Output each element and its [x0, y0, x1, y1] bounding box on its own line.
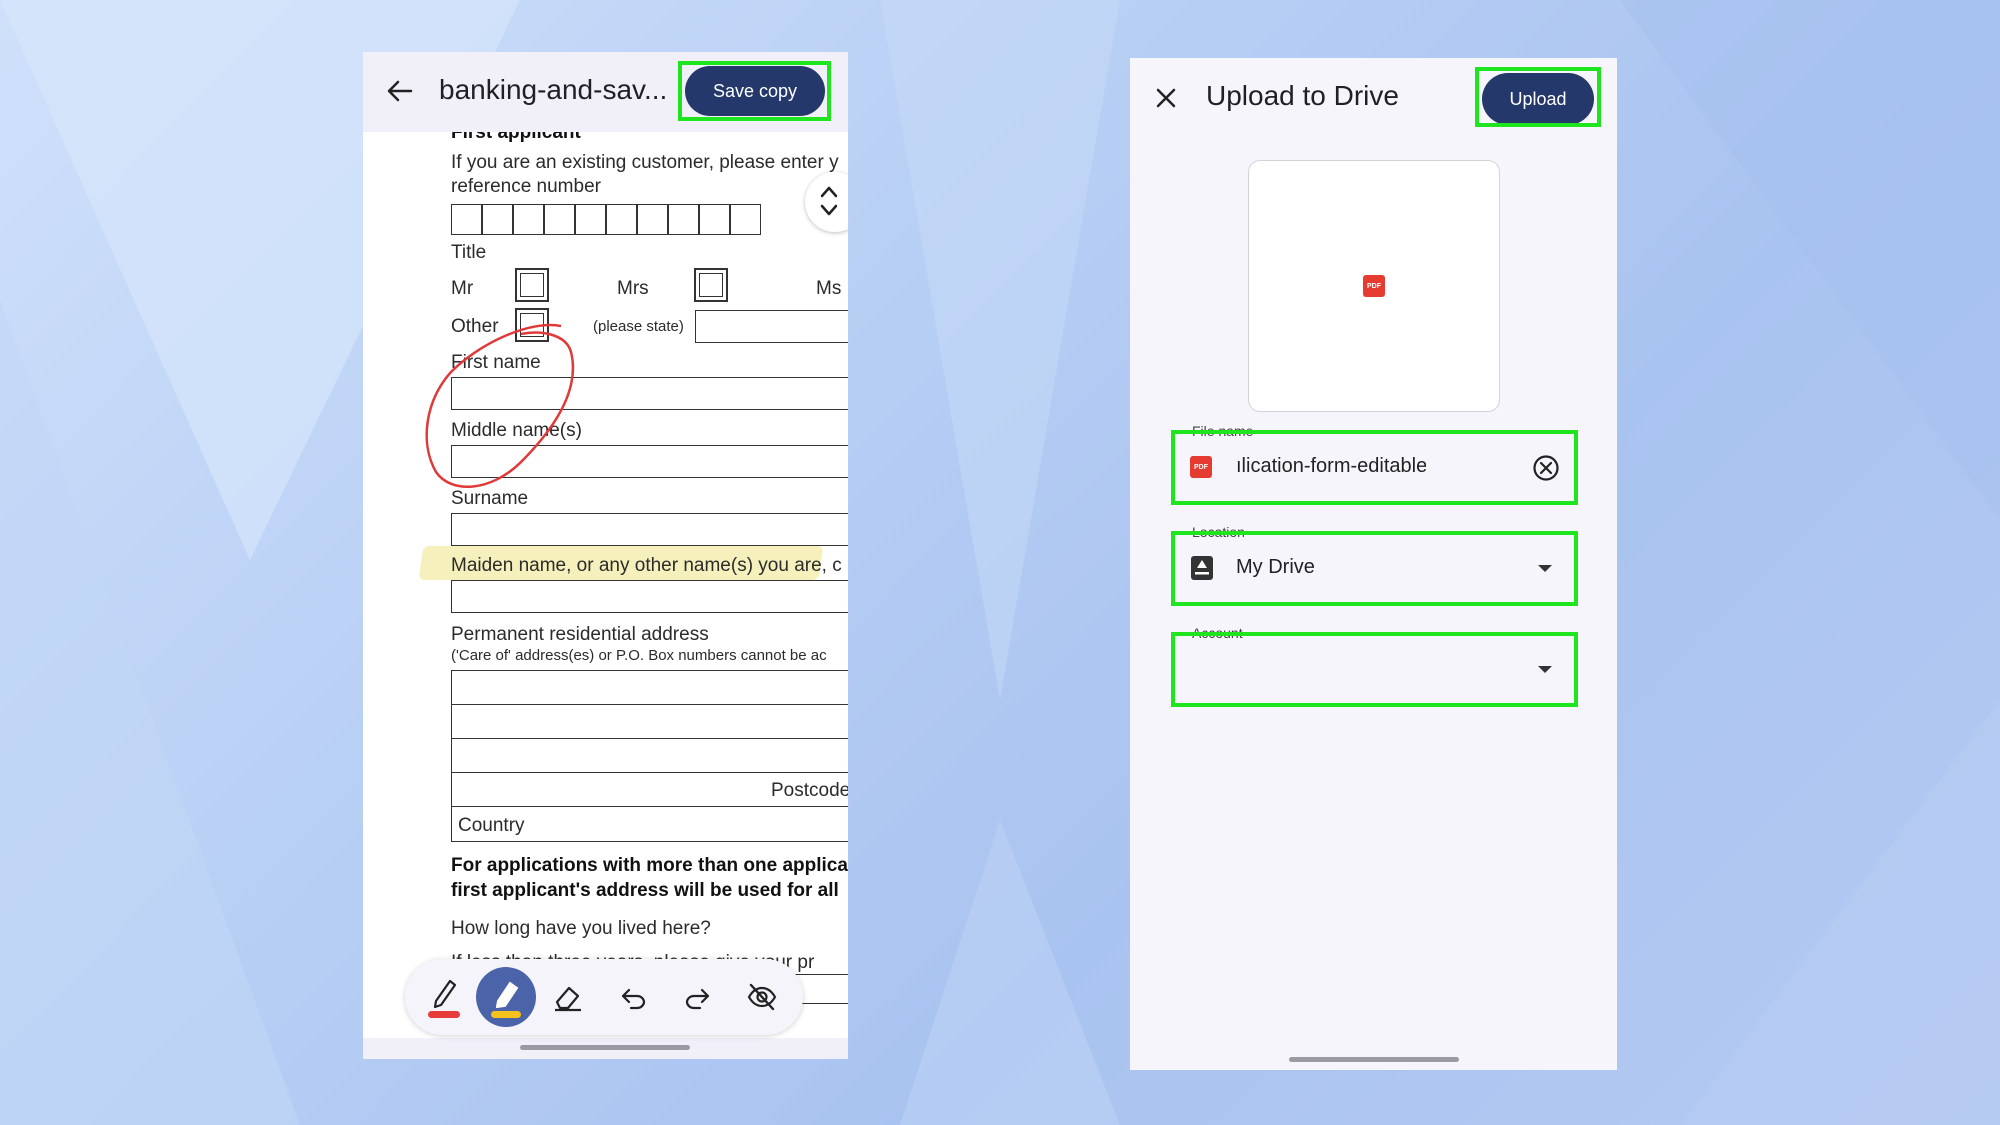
undo-icon	[621, 988, 646, 1010]
multi-applicant-note-1: For applications with more than one appl…	[451, 855, 848, 876]
address-note: ('Care of' address(es) or P.O. Box numbe…	[451, 647, 827, 664]
country-label: Country	[458, 815, 525, 836]
pen-tool[interactable]	[414, 967, 474, 1027]
address-line-1[interactable]	[451, 670, 848, 706]
back-arrow-icon[interactable]	[385, 76, 415, 106]
document-title: banking-and-sav...	[439, 74, 668, 105]
background-decoration	[0, 0, 2000, 1125]
home-indicator[interactable]	[520, 1045, 690, 1050]
existing-customer-text: If you are an existing customer, please …	[451, 152, 839, 173]
page-title: Upload to Drive	[1206, 80, 1399, 111]
account-highlight	[1171, 632, 1578, 707]
title-mrs-checkbox[interactable]	[694, 268, 728, 302]
file-name-highlight	[1171, 430, 1578, 505]
upload-to-drive-screen: Upload to Drive Upload PDF File name PDF…	[1130, 58, 1617, 1070]
hide-annotations-icon	[747, 983, 777, 1011]
close-icon[interactable]	[1154, 86, 1178, 110]
pdf-form-page[interactable]: First applicant If you are an existing c…	[363, 52, 848, 1059]
file-preview-card: PDF	[1248, 160, 1500, 412]
maiden-name-label: Maiden name, or any other name(s) you ar…	[451, 555, 842, 576]
highlighter-tool[interactable]	[476, 967, 536, 1027]
upload-highlight	[1475, 67, 1601, 127]
title-mrs-label: Mrs	[617, 278, 649, 299]
location-highlight	[1171, 531, 1578, 606]
address-label: Permanent residential address	[451, 624, 709, 645]
annotation-toolbar	[405, 959, 803, 1035]
save-copy-highlight	[678, 61, 831, 121]
address-line-3[interactable]	[451, 738, 848, 774]
title-ms-label: Ms	[816, 278, 842, 299]
title-mr-checkbox[interactable]	[515, 268, 549, 302]
title-label: Title	[451, 242, 487, 263]
reference-number-label: reference number	[451, 176, 601, 197]
postcode-label: Postcode	[771, 780, 848, 801]
highlighter-icon	[491, 981, 521, 1018]
surname-field[interactable]	[451, 513, 848, 546]
how-long-label: How long have you lived here?	[451, 918, 711, 939]
please-state-label: (please state)	[593, 318, 684, 335]
title-mr-label: Mr	[451, 278, 474, 299]
multi-applicant-note-2: first applicant's address will be used f…	[451, 880, 839, 901]
undo-tool[interactable]	[603, 967, 663, 1027]
eraser-icon	[555, 986, 581, 1012]
scroll-chevrons-icon	[820, 186, 838, 216]
red-circle-annotation	[425, 323, 575, 488]
redo-icon	[685, 988, 710, 1010]
pdf-file-icon: PDF	[1363, 275, 1385, 297]
maiden-name-field[interactable]	[451, 580, 848, 613]
pen-icon	[428, 979, 460, 1018]
eraser-tool[interactable]	[538, 967, 598, 1027]
redo-tool[interactable]	[668, 967, 728, 1027]
home-indicator[interactable]	[1289, 1057, 1459, 1062]
hide-annotations-tool[interactable]	[732, 967, 792, 1027]
pdf-annotation-screen: First applicant If you are an existing c…	[363, 52, 848, 1059]
title-other-field[interactable]	[695, 310, 848, 343]
address-line-2[interactable]	[451, 704, 848, 740]
